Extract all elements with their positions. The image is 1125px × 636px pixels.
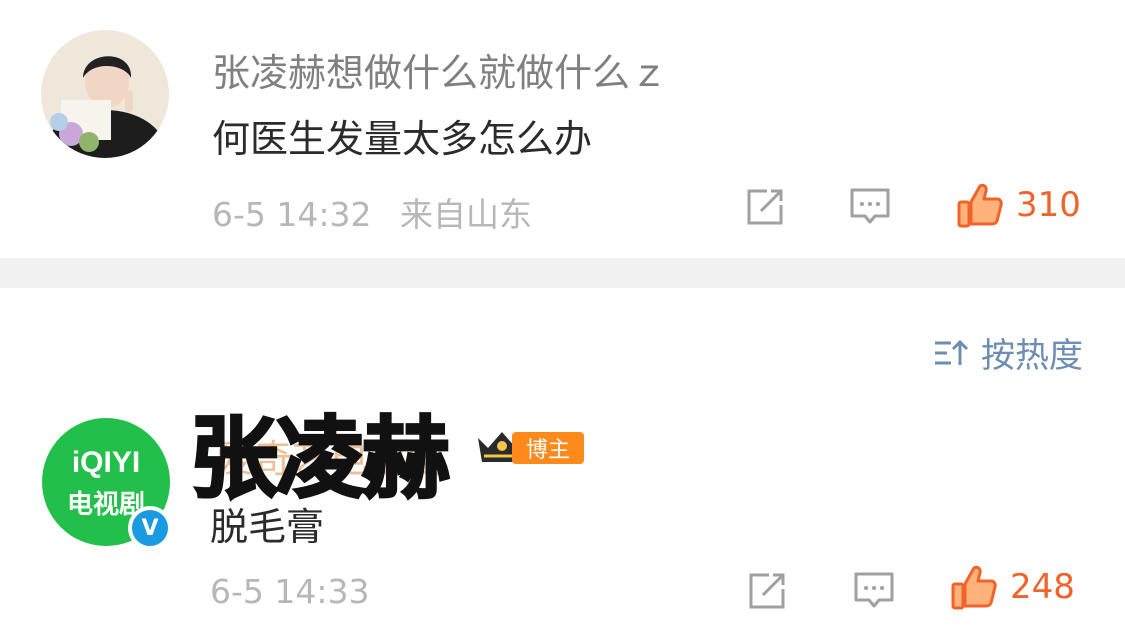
comment-location: 来自山东 xyxy=(400,195,532,234)
reply-button[interactable] xyxy=(846,184,894,230)
sort-icon xyxy=(935,339,969,365)
comment-username[interactable]: 张凌赫想做什么就做什么ｚ xyxy=(212,42,668,97)
sort-label: 按热度 xyxy=(981,336,1083,376)
thumbs-up-icon xyxy=(957,183,1003,228)
share-icon xyxy=(747,189,783,225)
verified-badge-icon: V xyxy=(128,506,172,550)
like-count: 248 xyxy=(1010,567,1075,607)
avatar-logo-text: iQIYI xyxy=(71,446,141,479)
sort-by-hot-button[interactable]: 按热度 xyxy=(933,328,1083,377)
comment-item: 按热度 iQIYI 电视剧 V 爱奇艺电视剧 张凌赫 博主 脱毛膏 6-5 14… xyxy=(0,288,1125,636)
share-icon xyxy=(749,573,785,609)
comment-text: 脱毛膏 xyxy=(210,505,325,549)
avatar-photo xyxy=(41,30,169,158)
user-avatar[interactable] xyxy=(41,30,169,158)
comment-time: 6-5 14:33 xyxy=(210,572,370,611)
share-button[interactable] xyxy=(744,568,790,614)
share-button[interactable] xyxy=(742,184,788,230)
like-button[interactable]: 310 xyxy=(956,182,1081,228)
like-button[interactable]: 248 xyxy=(950,564,1075,610)
section-divider xyxy=(0,258,1125,288)
comment-text: 何医生发量太多怎么办 xyxy=(212,117,593,161)
comment-time: 6-5 14:32 xyxy=(212,195,372,234)
comment-icon xyxy=(854,572,894,608)
comment-meta: 6-5 14:33 xyxy=(210,572,370,611)
blogger-badge: 博主 xyxy=(512,432,584,464)
reply-button[interactable] xyxy=(850,568,898,614)
thumbs-up-icon xyxy=(951,565,997,610)
comment-icon xyxy=(850,188,890,224)
like-count: 310 xyxy=(1016,185,1081,225)
comment-meta: 6-5 14:32 来自山东 xyxy=(212,188,532,236)
comment-item: 张凌赫想做什么就做什么ｚ 何医生发量太多怎么办 6-5 14:32 来自山东 3… xyxy=(0,0,1125,258)
